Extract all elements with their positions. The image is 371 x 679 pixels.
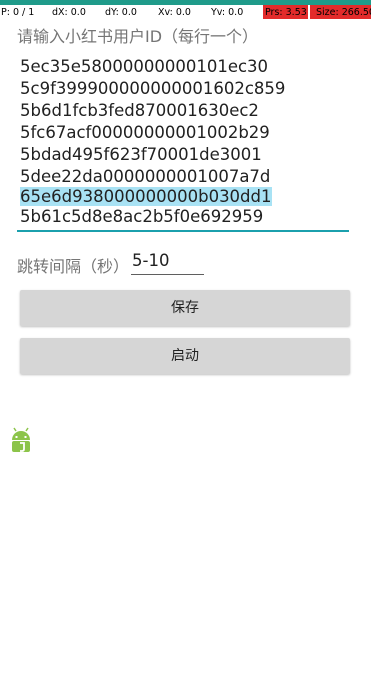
size-value: Size: 266.50 <box>316 7 371 18</box>
pointer-count: P: 0 / 1 <box>1 7 35 18</box>
user-ids-input[interactable]: 5ec35e58000000000101ec30 5c9f39990000000… <box>17 56 349 232</box>
id-line: 5bdad495f623f70001de3001 <box>20 145 262 164</box>
id-line: 5dee22da0000000001007a7d <box>20 167 271 186</box>
interval-value: 5-10 <box>132 251 170 270</box>
id-line: 5c9f399900000000001602c859 <box>20 79 286 98</box>
pressure-box: Prs: 3.53 <box>263 5 308 19</box>
start-button[interactable]: 启动 <box>20 338 350 374</box>
pressure-value: Prs: 3.53 <box>265 7 307 18</box>
velocity-x: Xv: 0.0 <box>158 7 191 18</box>
save-button[interactable]: 保存 <box>20 290 350 326</box>
id-line: 5b61c5d8e8ac2b5f0e692959 <box>20 207 264 226</box>
id-line-selected: 65e6d938000000000b030dd1 <box>20 186 272 208</box>
velocity-y: Yv: 0.0 <box>211 7 244 18</box>
ids-field-hint: 请输入小红书用户ID（每行一个） <box>17 27 259 46</box>
android-robot-icon[interactable] <box>8 426 34 456</box>
delta-y: dY: 0.0 <box>105 7 137 18</box>
id-line: 5ec35e58000000000101ec30 <box>20 57 269 76</box>
delta-x: dX: 0.0 <box>52 7 86 18</box>
interval-label: 跳转间隔（秒） <box>17 257 130 276</box>
interval-input[interactable]: 5-10 <box>131 250 204 275</box>
selected-text: 65e6d938000000000b030dd1 <box>20 187 272 206</box>
android-robot-icon-graphic <box>9 427 33 453</box>
pointer-location-overlay: P: 0 / 1 dX: 0.0 dY: 0.0 Xv: 0.0 Yv: 0.0… <box>0 0 371 19</box>
id-line: 5fc67acf00000000001002b29 <box>20 123 270 142</box>
id-line: 5b6d1fcb3fed870001630ec2 <box>20 101 259 120</box>
size-box: Size: 266.50 <box>310 5 371 19</box>
